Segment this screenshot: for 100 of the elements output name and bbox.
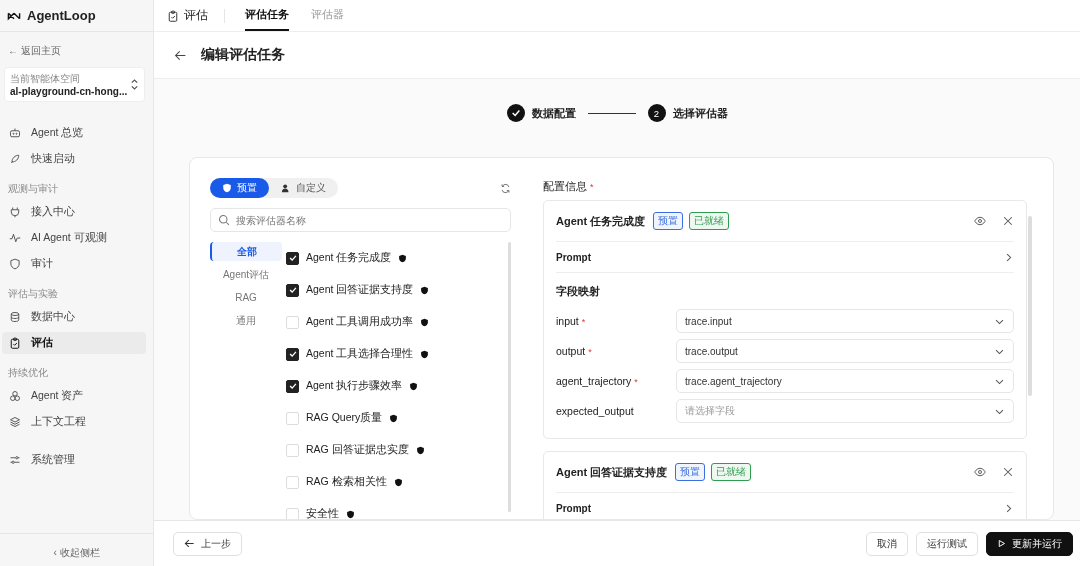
layers-icon	[9, 416, 21, 428]
user-icon	[281, 183, 291, 193]
clipboard-icon	[9, 337, 21, 349]
back-link[interactable]: ← 返回主页	[0, 32, 153, 58]
database-icon	[9, 311, 21, 323]
rocket-icon	[9, 153, 21, 165]
mapping-title: 字段映射	[556, 284, 601, 299]
nav-item[interactable]: Agent 总览	[2, 122, 146, 144]
robot-icon	[9, 127, 21, 139]
nav-item[interactable]: 审计	[2, 253, 146, 275]
evaluator-label: RAG 检索相关性	[306, 475, 387, 489]
field-label: input *	[556, 315, 586, 327]
toggle-option[interactable]: 自定义	[269, 178, 338, 198]
back-arrow-icon[interactable]	[174, 48, 187, 62]
field-label: agent_trajectory *	[556, 375, 638, 387]
evaluator-name: Agent 任务完成度	[556, 213, 646, 229]
previous-button[interactable]: 上一步	[173, 531, 242, 556]
tag: 预置	[675, 463, 706, 481]
shield-icon	[415, 445, 425, 455]
page-title: 编辑评估任务	[201, 46, 285, 64]
shield-icon	[9, 258, 21, 270]
field-label: output *	[556, 345, 592, 357]
nav-group-title: 观测与审计	[7, 182, 59, 196]
workspace-label: 当前智能体空间	[10, 72, 81, 86]
step-number: 2	[647, 104, 666, 122]
button[interactable]: 运行测试	[916, 531, 978, 556]
nav-item[interactable]: 接入中心	[2, 201, 146, 223]
step-label: 选择评估器	[672, 105, 728, 121]
check-icon	[287, 349, 298, 359]
evaluator-label: 安全性	[306, 507, 339, 519]
category-item[interactable]: RAG	[210, 288, 282, 307]
pulse-icon	[9, 232, 21, 244]
evaluator-label: Agent 工具调用成功率	[306, 315, 414, 329]
shield-icon	[346, 509, 355, 519]
workspace-name: al-playground-cn-hong...	[10, 86, 129, 97]
nav-item[interactable]: 数据中心	[2, 306, 146, 328]
evaluator-label: Agent 回答证据支持度	[306, 283, 414, 297]
nav-item[interactable]: AI Agent 可观测	[2, 227, 146, 249]
shield-icon	[420, 317, 430, 327]
nav-group-title: 持续优化	[7, 366, 49, 380]
tab[interactable]: 评估任务	[245, 0, 289, 31]
collapse-sidebar-link[interactable]: ‹ 收起侧栏	[0, 533, 153, 566]
shield-icon	[409, 381, 419, 391]
arrow-left-icon	[184, 538, 195, 549]
evaluator-label: Agent 工具选择合理性	[306, 347, 414, 361]
eye-icon[interactable]	[974, 466, 986, 478]
logo-icon	[7, 10, 21, 21]
tag: 已就绪	[711, 463, 752, 481]
select-field[interactable]: trace.agent_trajectory	[676, 369, 1014, 393]
evaluator-name: Agent 回答证据支持度	[556, 464, 668, 480]
check-icon	[287, 381, 298, 391]
sliders-icon	[9, 454, 21, 466]
app-logo: AgentLoop	[27, 8, 96, 23]
nav-item[interactable]: 系统管理	[2, 449, 146, 471]
shield-icon	[222, 183, 232, 193]
category-item[interactable]: 全部	[210, 242, 282, 261]
check-icon	[287, 253, 298, 263]
required-mark: *	[590, 182, 594, 192]
evaluator-label: Agent 任务完成度	[306, 251, 392, 265]
shield-icon	[393, 477, 403, 487]
prompt-row[interactable]: Prompt	[556, 242, 1014, 273]
search-field[interactable]: 搜索评估器名称	[210, 208, 511, 232]
shield-icon	[420, 285, 430, 295]
checkbox[interactable]	[286, 379, 299, 393]
nav-item[interactable]: Agent 资产	[2, 385, 146, 407]
eye-icon[interactable]	[974, 215, 986, 227]
nav-group-title: 评估与实验	[7, 287, 59, 301]
primary-button[interactable]: 更新并运行	[986, 531, 1073, 556]
tag: 已就绪	[689, 212, 730, 230]
close-icon[interactable]	[1002, 215, 1014, 227]
cubes-icon	[9, 390, 21, 402]
nav-item[interactable]: 评估	[2, 332, 146, 354]
checkbox[interactable]	[286, 251, 299, 265]
shield-icon	[398, 253, 408, 263]
section-label: 配置信息	[543, 180, 587, 192]
play-icon	[997, 539, 1006, 548]
evaluator-label: RAG 回答证据忠实度	[306, 443, 409, 457]
checkbox[interactable]	[286, 347, 299, 361]
evaluator-label: RAG Query质量	[306, 411, 383, 425]
field-label: expected_output	[556, 405, 634, 417]
plug-icon	[9, 206, 21, 218]
button[interactable]: 取消	[866, 531, 908, 556]
nav-item[interactable]: 上下文工程	[2, 411, 146, 433]
section-title: 评估	[184, 7, 208, 24]
clipboard-icon	[167, 9, 179, 22]
evaluator-label: Agent 执行步骤效率	[306, 379, 403, 393]
toggle-option[interactable]: 预置	[210, 178, 269, 198]
checkbox[interactable]	[286, 283, 299, 297]
shield-icon	[420, 349, 430, 359]
nav-item[interactable]: 快速启动	[2, 148, 146, 170]
sort-icon	[130, 78, 139, 91]
check-icon	[287, 285, 298, 295]
select-field[interactable]: trace.output	[676, 339, 1014, 363]
select-field[interactable]: trace.input	[676, 309, 1014, 333]
category-item[interactable]: Agent评估	[210, 265, 282, 284]
workspace-selector[interactable]: 当前智能体空间 al-playground-cn-hong...	[4, 67, 145, 102]
category-item[interactable]: 通用	[210, 311, 282, 330]
shield-icon	[389, 413, 399, 423]
close-icon[interactable]	[1002, 466, 1014, 478]
refresh-icon[interactable]	[500, 182, 511, 194]
